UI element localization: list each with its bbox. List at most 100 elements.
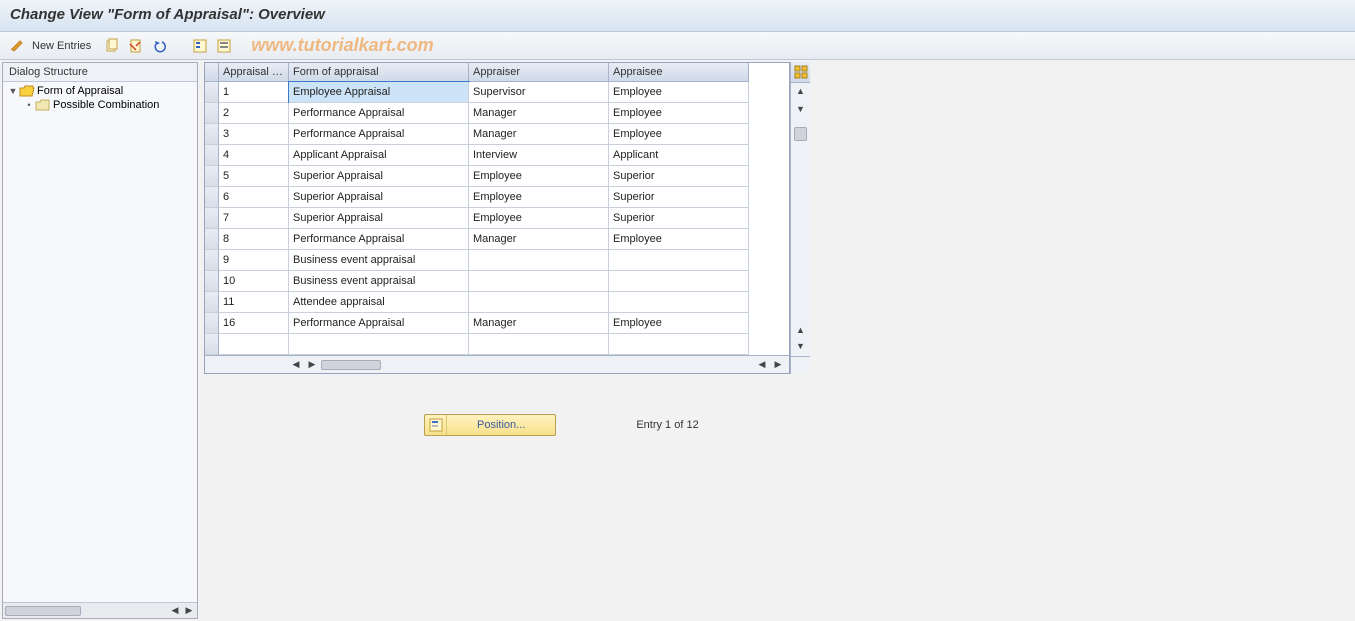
- tree-collapse-icon[interactable]: ▼: [7, 86, 19, 96]
- grid-cell[interactable]: Employee: [609, 313, 749, 334]
- deselect-all-icon[interactable]: [215, 37, 233, 55]
- scroll-up-icon[interactable]: ▲: [791, 83, 810, 99]
- grid-cell[interactable]: [469, 250, 609, 271]
- grid-cell[interactable]: 3: [219, 124, 289, 145]
- grid-cell[interactable]: Superior Appraisal: [289, 166, 469, 187]
- grid-cell[interactable]: Performance Appraisal: [289, 313, 469, 334]
- grid-cell[interactable]: 8: [219, 229, 289, 250]
- grid-cell[interactable]: Employee: [609, 103, 749, 124]
- grid-cell[interactable]: Manager: [469, 103, 609, 124]
- grid-cell[interactable]: Business event appraisal: [289, 271, 469, 292]
- tree-bullet-icon: •: [23, 100, 35, 110]
- row-selector[interactable]: [205, 208, 219, 229]
- grid-cell[interactable]: 7: [219, 208, 289, 229]
- row-selector[interactable]: [205, 103, 219, 124]
- grid-cell[interactable]: Employee: [609, 82, 749, 103]
- column-header[interactable]: Appraiser: [469, 63, 609, 82]
- grid-cell[interactable]: 1: [219, 82, 289, 103]
- column-header[interactable]: Appraisee: [609, 63, 749, 82]
- grid-cell[interactable]: Performance Appraisal: [289, 103, 469, 124]
- copy-icon[interactable]: [103, 37, 121, 55]
- grid-cell[interactable]: Applicant Appraisal: [289, 145, 469, 166]
- grid-cell[interactable]: 5: [219, 166, 289, 187]
- grid-cell[interactable]: Manager: [469, 124, 609, 145]
- scroll-left-icon[interactable]: ◀: [289, 358, 303, 372]
- scroll-left-icon[interactable]: ◀: [755, 358, 769, 372]
- grid-cell[interactable]: Interview: [469, 145, 609, 166]
- grid-cell[interactable]: [609, 250, 749, 271]
- grid-cell[interactable]: Employee: [469, 166, 609, 187]
- grid-cell[interactable]: Attendee appraisal: [289, 292, 469, 313]
- toggle-display-icon[interactable]: [8, 37, 26, 55]
- grid-cell[interactable]: Employee: [469, 208, 609, 229]
- grid-cell[interactable]: Superior Appraisal: [289, 208, 469, 229]
- grid-cell[interactable]: Superior: [609, 208, 749, 229]
- row-selector[interactable]: [205, 313, 219, 334]
- grid-cell[interactable]: 10: [219, 271, 289, 292]
- position-button[interactable]: Position...: [424, 414, 556, 436]
- grid-cell[interactable]: Supervisor: [469, 82, 609, 103]
- grid-vertical-scrollbar[interactable]: ▲ ▼ ▲ ▼: [790, 83, 810, 356]
- scroll-down-icon[interactable]: ▼: [791, 338, 810, 354]
- grid-cell[interactable]: 6: [219, 187, 289, 208]
- tree-item-possible-combination[interactable]: • Possible Combination: [3, 98, 197, 112]
- grid-cell[interactable]: 16: [219, 313, 289, 334]
- grid-cell[interactable]: Business event appraisal: [289, 250, 469, 271]
- row-selector[interactable]: [205, 271, 219, 292]
- grid-cell[interactable]: Employee Appraisal: [289, 82, 469, 103]
- grid-cell[interactable]: Superior Appraisal: [289, 187, 469, 208]
- grid-cell[interactable]: Performance Appraisal: [289, 124, 469, 145]
- scroll-right-icon[interactable]: ▶: [183, 605, 195, 617]
- scrollbar-thumb[interactable]: [794, 127, 807, 141]
- appraisal-grid: Appraisal f...Form of appraisalAppraiser…: [204, 62, 790, 374]
- grid-cell[interactable]: [469, 271, 609, 292]
- position-button-label: Position...: [447, 419, 555, 431]
- tree-horizontal-scrollbar[interactable]: ◀ ▶: [3, 602, 197, 618]
- grid-cell[interactable]: [469, 292, 609, 313]
- scrollbar-thumb[interactable]: [5, 606, 81, 616]
- grid-cell[interactable]: Performance Appraisal: [289, 229, 469, 250]
- grid-cell[interactable]: Manager: [469, 313, 609, 334]
- row-selector[interactable]: [205, 334, 219, 355]
- grid-cell[interactable]: Employee: [609, 124, 749, 145]
- grid-cell[interactable]: 9: [219, 250, 289, 271]
- row-selector[interactable]: [205, 82, 219, 103]
- grid-cell[interactable]: [469, 334, 609, 355]
- new-entries-button[interactable]: New Entries: [32, 40, 91, 52]
- scroll-left-icon[interactable]: ◀: [169, 605, 181, 617]
- delete-icon[interactable]: [127, 37, 145, 55]
- grid-cell[interactable]: Employee: [469, 187, 609, 208]
- grid-cell[interactable]: 4: [219, 145, 289, 166]
- row-selector[interactable]: [205, 229, 219, 250]
- grid-cell[interactable]: Superior: [609, 166, 749, 187]
- scroll-right-icon[interactable]: ▶: [305, 358, 319, 372]
- column-header[interactable]: Appraisal f...: [219, 63, 289, 82]
- row-selector[interactable]: [205, 166, 219, 187]
- grid-settings-icon[interactable]: [790, 62, 810, 83]
- row-selector[interactable]: [205, 124, 219, 145]
- grid-cell[interactable]: Applicant: [609, 145, 749, 166]
- scroll-up-icon[interactable]: ▲: [791, 322, 810, 338]
- row-selector[interactable]: [205, 145, 219, 166]
- row-selector[interactable]: [205, 292, 219, 313]
- undo-icon[interactable]: [151, 37, 169, 55]
- column-header[interactable]: Form of appraisal: [289, 63, 469, 82]
- grid-cell[interactable]: [289, 334, 469, 355]
- grid-horizontal-scrollbar[interactable]: ◀ ▶ ◀ ▶: [205, 355, 789, 373]
- grid-cell[interactable]: [609, 292, 749, 313]
- grid-cell[interactable]: 2: [219, 103, 289, 124]
- grid-cell[interactable]: Superior: [609, 187, 749, 208]
- grid-cell[interactable]: [219, 334, 289, 355]
- row-selector[interactable]: [205, 250, 219, 271]
- grid-cell[interactable]: [609, 334, 749, 355]
- row-selector[interactable]: [205, 187, 219, 208]
- tree-item-form-of-appraisal[interactable]: ▼ Form of Appraisal: [3, 84, 197, 98]
- grid-cell[interactable]: 11: [219, 292, 289, 313]
- scroll-down-icon[interactable]: ▼: [791, 101, 810, 117]
- grid-cell[interactable]: [609, 271, 749, 292]
- grid-cell[interactable]: Employee: [609, 229, 749, 250]
- scrollbar-thumb[interactable]: [321, 360, 381, 370]
- grid-cell[interactable]: Manager: [469, 229, 609, 250]
- select-all-icon[interactable]: [191, 37, 209, 55]
- scroll-right-icon[interactable]: ▶: [771, 358, 785, 372]
